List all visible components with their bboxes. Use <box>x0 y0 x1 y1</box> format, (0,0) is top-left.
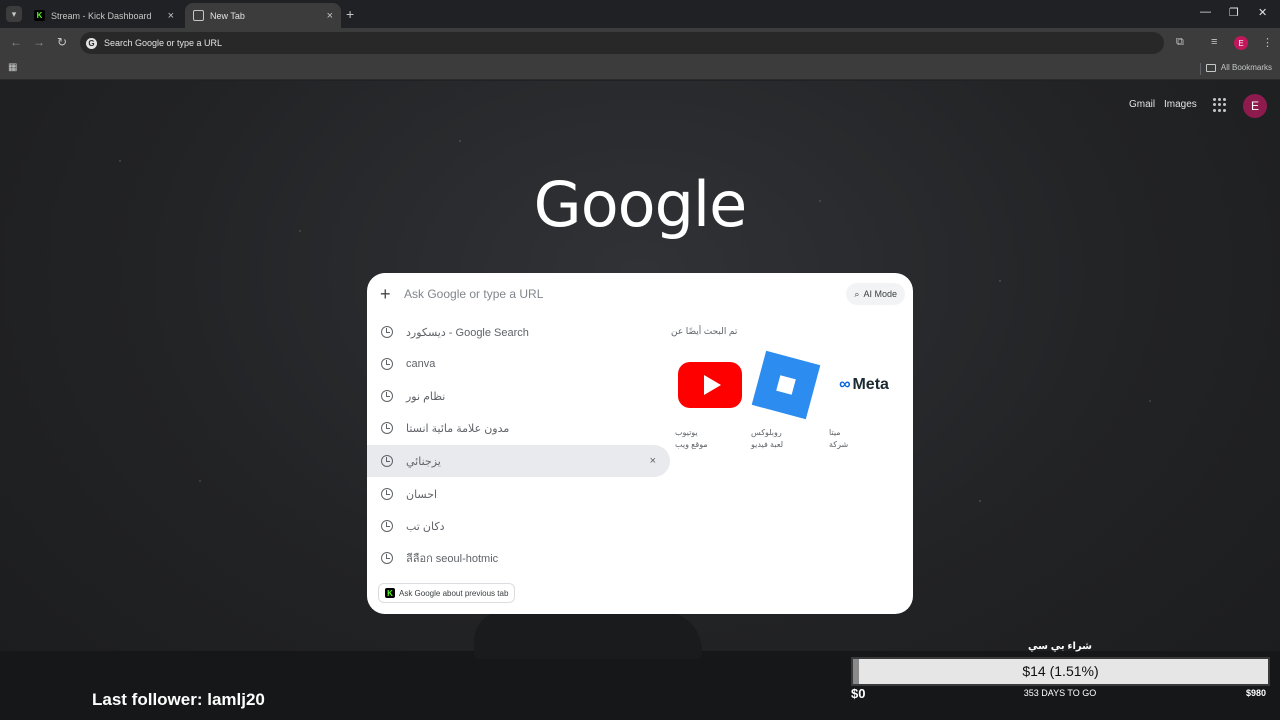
youtube-logo <box>678 362 742 408</box>
suggestion-item[interactable]: مدون علامة مائية انستا <box>367 412 670 444</box>
related-tile-youtube[interactable]: يوتيوب موقع ويب <box>675 350 745 449</box>
tab-title: Stream - Kick Dashboard <box>51 10 152 21</box>
divider <box>1200 63 1201 75</box>
tile-name: يوتيوب <box>675 428 698 437</box>
bookmarks-bar: ▦ All Bookmarks <box>0 58 1280 80</box>
suggestion-item-selected[interactable]: يزجنائي × <box>367 445 670 477</box>
images-link[interactable]: Images <box>1164 99 1197 110</box>
background-silhouette <box>474 611 702 659</box>
account-avatar[interactable]: E <box>1243 94 1267 118</box>
kick-icon: K <box>34 10 45 21</box>
search-input[interactable]: Ask Google or type a URL <box>404 287 543 301</box>
last-follower-text: Last follower: lamlj20 <box>92 690 265 709</box>
sparkle-search-icon: ⌕ <box>854 288 860 299</box>
tab-kick-dashboard[interactable]: K Stream - Kick Dashboard × <box>26 3 182 28</box>
new-tab-button[interactable]: + <box>346 6 354 22</box>
suggestion-text: دكان تب <box>406 520 445 533</box>
people-also-search-title: تم البحث أيضًا عن <box>671 326 738 336</box>
suggestion-item[interactable]: canva <box>367 348 670 380</box>
history-icon <box>381 455 393 467</box>
tile-sub: شركة <box>829 440 849 449</box>
new-tab-page: Gmail Images E Google + Ask Google or ty… <box>0 81 1280 720</box>
suggestion-item[interactable]: احسان <box>367 478 670 510</box>
history-icon <box>381 552 393 564</box>
tab-title: New Tab <box>210 10 245 21</box>
window-close-icon[interactable]: ✕ <box>1258 6 1267 19</box>
suggestion-text: ديسكورد - Google Search <box>406 326 529 339</box>
google-logo: Google <box>533 168 748 241</box>
related-tile-roblox[interactable]: روبلوكس لعبة فيديو <box>751 350 821 449</box>
remove-suggestion-icon[interactable]: × <box>650 455 656 467</box>
kick-icon: K <box>385 588 395 598</box>
history-icon <box>381 326 393 338</box>
search-suggestions-dropdown: + Ask Google or type a URL ⌕ AI Mode ديس… <box>367 273 913 614</box>
folder-icon <box>1205 63 1216 72</box>
tile-name: روبلوكس <box>751 428 782 437</box>
extensions-icon[interactable]: ⧉ <box>1176 36 1184 49</box>
goal-progress-bar: $14 (1.51%) <box>851 657 1270 686</box>
suggestion-text: احسان <box>406 488 438 501</box>
plus-icon[interactable]: + <box>380 284 391 305</box>
history-icon <box>381 358 393 370</box>
suggestion-text: يزجنائي <box>406 455 441 468</box>
tile-sub: موقع ويب <box>675 440 708 449</box>
all-bookmarks-button[interactable]: All Bookmarks <box>1205 63 1272 72</box>
back-icon[interactable]: ← <box>10 35 22 49</box>
history-icon <box>381 390 393 402</box>
suggestion-text: canva <box>406 358 436 370</box>
gmail-link[interactable]: Gmail <box>1129 99 1155 110</box>
history-icon <box>381 520 393 532</box>
goal-progress-text: $14 (1.51%) <box>1022 663 1099 679</box>
goal-title: شراء بي سي <box>1028 641 1092 652</box>
suggestion-item[interactable]: نظام نور <box>367 380 670 412</box>
more-menu-icon[interactable]: ⋮ <box>1262 36 1273 49</box>
forward-icon[interactable]: → <box>33 35 45 49</box>
suggestion-text: مدون علامة مائية انستا <box>406 422 510 435</box>
goal-days-label: 353 DAYS TO GO <box>1023 688 1097 698</box>
apps-icon[interactable]: ▦ <box>8 62 17 73</box>
suggestion-item[interactable]: دكان تب <box>367 510 670 542</box>
related-tile-meta[interactable]: ∞ Meta ميتا شركة <box>829 350 899 449</box>
roblox-logo <box>751 350 821 420</box>
address-bar-text: Search Google or type a URL <box>104 38 223 48</box>
google-icon: G <box>86 37 97 49</box>
history-icon <box>381 422 393 434</box>
close-icon[interactable]: × <box>168 10 174 22</box>
reading-list-icon[interactable]: ≡ <box>1211 36 1217 48</box>
globe-icon <box>193 10 204 21</box>
suggestion-item[interactable]: ديسكورد - Google Search <box>367 316 670 348</box>
close-icon[interactable]: × <box>327 10 333 22</box>
restore-icon[interactable]: ❐ <box>1229 6 1239 19</box>
meta-logo: ∞ Meta <box>839 376 889 393</box>
suggestion-text: نظام نور <box>406 390 446 403</box>
tile-name: ميتا <box>829 428 841 437</box>
ask-previous-tab-chip[interactable]: K Ask Google about previous tab <box>378 583 516 603</box>
avatar[interactable]: E <box>1234 36 1248 50</box>
all-bookmarks-label: All Bookmarks <box>1220 63 1272 72</box>
tab-strip: ▾ K Stream - Kick Dashboard × New Tab × … <box>0 0 1280 28</box>
browser-toolbar: ← → ↻ G Search Google or type a URL ⧉ ≡ … <box>0 28 1280 58</box>
tile-sub: لعبة فيديو <box>751 440 784 449</box>
tab-new-tab[interactable]: New Tab × <box>185 3 341 28</box>
history-icon <box>381 488 393 500</box>
suggestion-text: ลีลือก seoul-hotmic <box>406 553 499 565</box>
tab-search-button[interactable]: ▾ <box>6 6 22 22</box>
ai-mode-button[interactable]: ⌕ AI Mode <box>846 283 905 305</box>
ask-chip-label: Ask Google about previous tab <box>399 588 509 598</box>
minimize-icon[interactable]: — <box>1200 6 1211 18</box>
meta-logo-text: Meta <box>852 376 889 393</box>
suggestion-item[interactable]: ลีลือก seoul-hotmic <box>367 542 670 574</box>
ai-mode-label: AI Mode <box>863 289 897 299</box>
google-apps-icon[interactable] <box>1213 98 1227 112</box>
reload-icon[interactable]: ↻ <box>57 35 67 49</box>
address-bar[interactable]: G Search Google or type a URL <box>80 32 1164 54</box>
goal-max-label: $980 <box>1246 688 1267 698</box>
